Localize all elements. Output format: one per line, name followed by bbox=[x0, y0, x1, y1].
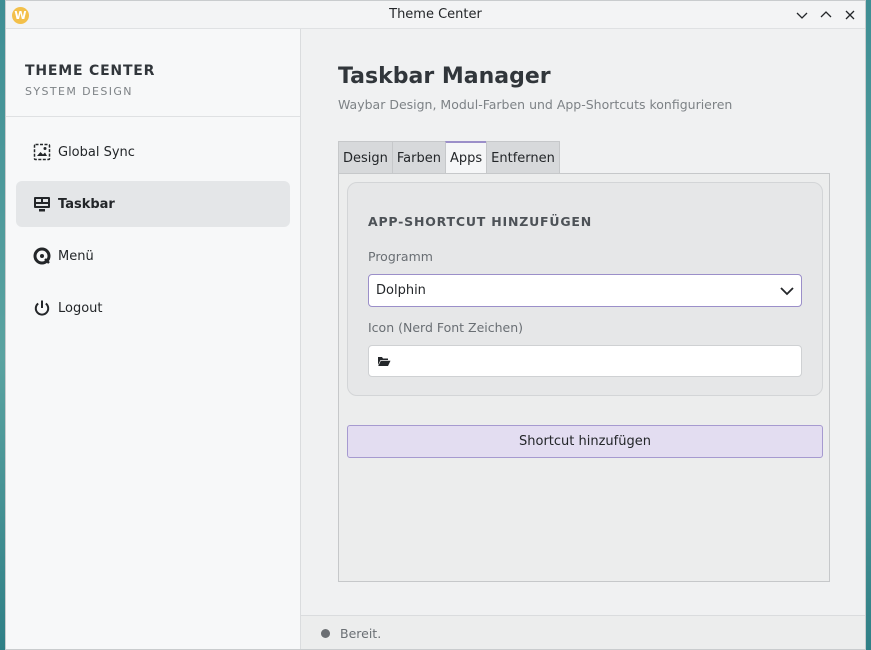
close-button[interactable] bbox=[841, 5, 859, 25]
tab-farben[interactable]: Farben bbox=[391, 141, 445, 174]
status-dot-icon bbox=[321, 629, 330, 638]
sidebar: THEME CENTER SYSTEM DESIGN Global Sync T… bbox=[6, 29, 301, 649]
brand-subtitle: SYSTEM DESIGN bbox=[25, 85, 133, 98]
status-bar: Bereit. bbox=[301, 615, 865, 649]
tab-apps[interactable]: Apps bbox=[444, 141, 487, 174]
folder-open-icon bbox=[378, 357, 391, 366]
menu-ring-icon bbox=[32, 246, 52, 266]
icon-input[interactable] bbox=[368, 345, 802, 377]
brand: THEME CENTER SYSTEM DESIGN bbox=[6, 29, 300, 117]
title-bar: W Theme Center bbox=[6, 1, 865, 29]
sidebar-item-label: Taskbar bbox=[58, 196, 115, 212]
app-window: W Theme Center THEME CENTER SYSTEM DESIG… bbox=[5, 0, 866, 650]
window-controls bbox=[793, 5, 859, 25]
chevron-up-icon bbox=[820, 11, 832, 18]
icon-label: Icon (Nerd Font Zeichen) bbox=[368, 320, 524, 335]
chevron-down-icon bbox=[780, 287, 794, 296]
add-shortcut-button[interactable]: Shortcut hinzufügen bbox=[347, 425, 823, 458]
tab-entfernen[interactable]: Entfernen bbox=[486, 141, 560, 174]
card-title: APP-SHORTCUT HINZUFÜGEN bbox=[368, 214, 592, 229]
sidebar-item-label: Global Sync bbox=[58, 144, 135, 160]
sidebar-item-label: Menü bbox=[58, 248, 94, 264]
sidebar-item-menu[interactable]: Menü bbox=[16, 233, 290, 279]
sidebar-nav: Global Sync Taskbar Menü Logout bbox=[6, 117, 300, 331]
sidebar-item-label: Logout bbox=[58, 300, 103, 316]
program-select-value: Dolphin bbox=[376, 283, 426, 298]
taskbar-icon bbox=[32, 194, 52, 214]
program-label: Programm bbox=[368, 249, 433, 264]
status-text: Bereit. bbox=[340, 626, 382, 641]
brand-title: THEME CENTER bbox=[25, 63, 156, 79]
add-shortcut-card: APP-SHORTCUT HINZUFÜGEN Programm Dolphin… bbox=[347, 182, 823, 396]
image-sync-icon bbox=[32, 142, 52, 162]
chevron-down-icon bbox=[796, 12, 808, 19]
page-subtitle: Waybar Design, Modul-Farben und App-Shor… bbox=[338, 97, 733, 112]
maximize-button[interactable] bbox=[817, 5, 835, 25]
program-select[interactable]: Dolphin bbox=[368, 274, 802, 307]
sidebar-item-taskbar[interactable]: Taskbar bbox=[16, 181, 290, 227]
power-icon bbox=[32, 298, 52, 318]
close-icon bbox=[845, 10, 855, 20]
page-title: Taskbar Manager bbox=[338, 64, 551, 89]
window-title: Theme Center bbox=[389, 7, 482, 22]
minimize-button[interactable] bbox=[793, 5, 811, 25]
sidebar-item-global-sync[interactable]: Global Sync bbox=[16, 129, 290, 175]
tab-design[interactable]: Design bbox=[338, 141, 392, 174]
sidebar-item-logout[interactable]: Logout bbox=[16, 285, 290, 331]
tab-panel-apps: APP-SHORTCUT HINZUFÜGEN Programm Dolphin… bbox=[338, 173, 830, 582]
tab-bar: Design Farben Apps Entfernen bbox=[338, 141, 560, 174]
main-content: Taskbar Manager Waybar Design, Modul-Far… bbox=[301, 29, 865, 615]
